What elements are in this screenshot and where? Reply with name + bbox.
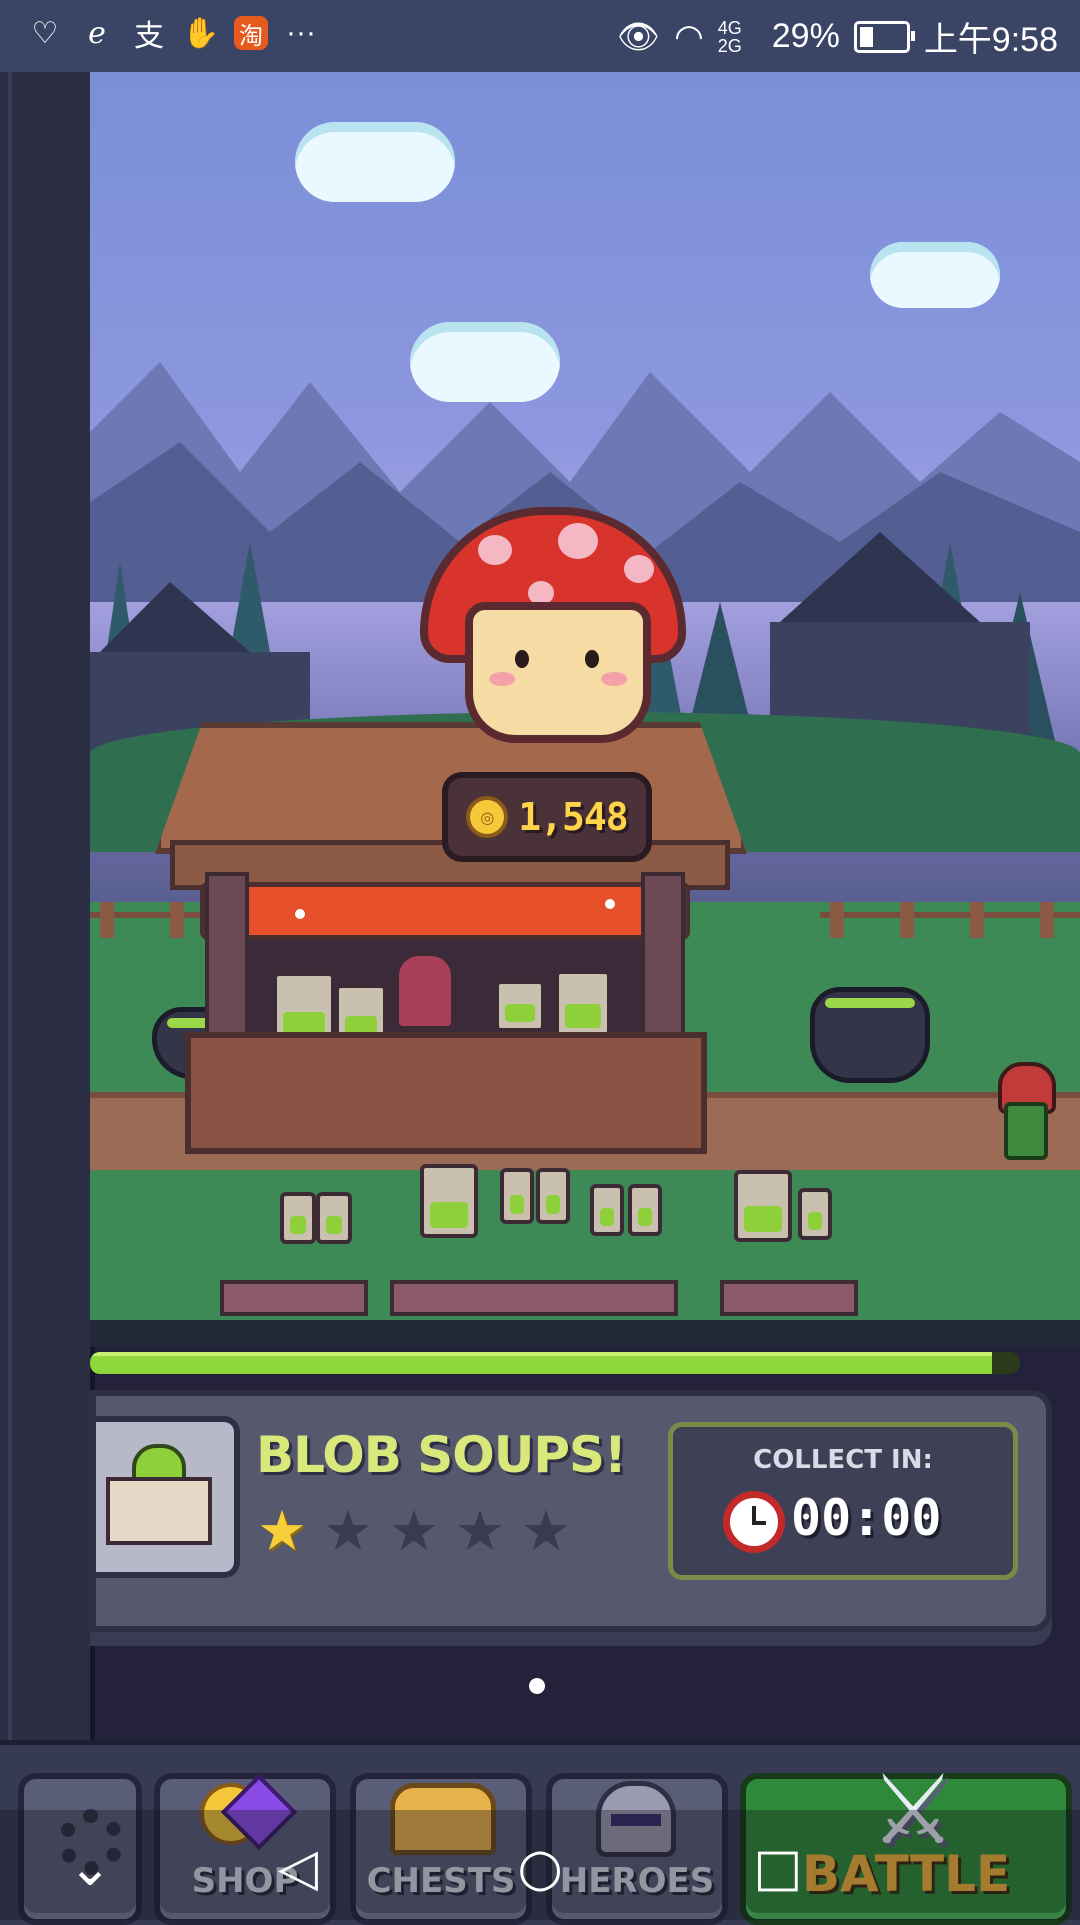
soup-jar xyxy=(590,1184,624,1236)
mushroom-awning xyxy=(200,882,690,940)
stall-counter xyxy=(185,1032,707,1154)
cloud xyxy=(870,242,1000,308)
nav-down-icon[interactable]: ⌄ xyxy=(60,1838,120,1898)
star-empty-icon: ★ xyxy=(520,1499,572,1564)
fence-post xyxy=(900,902,914,938)
status-bar: ♡ ℯ 支 ✋ 淘 ··· 👁 ◠ 4G 2G 29% 上午9:58 xyxy=(0,0,1080,72)
battery-fill xyxy=(859,26,873,47)
collect-label: COLLECT IN: xyxy=(753,1445,933,1475)
game-scene: ◎ 1,548 xyxy=(90,72,1080,1347)
mushroom-face xyxy=(465,602,651,743)
side-panel xyxy=(0,72,95,1752)
hand-icon: ✋ xyxy=(182,16,220,50)
soup-jar xyxy=(420,1164,478,1238)
star-rating: ★ ★ ★ ★ ★ xyxy=(256,1499,572,1564)
soup-jar xyxy=(316,1192,352,1244)
cloud xyxy=(295,122,455,202)
more-icon: ··· xyxy=(286,16,316,49)
star-empty-icon: ★ xyxy=(322,1499,374,1564)
system-nav-bar: ⌄ ◁ ○ □ xyxy=(0,1810,1080,1920)
e-icon: ℯ xyxy=(88,16,106,50)
star-empty-icon: ★ xyxy=(454,1499,506,1564)
display-table xyxy=(720,1280,858,1316)
production-progress-bar xyxy=(90,1352,1020,1374)
wifi-icon: ◠ xyxy=(674,17,704,56)
clock-icon xyxy=(723,1491,785,1553)
shop-info-panel: BLOB SOUPS! ★ ★ ★ ★ ★ COLLECT IN: 00:00 xyxy=(90,1390,1052,1632)
taobao-icon: 淘 xyxy=(234,16,268,50)
eye-icon: 👁 xyxy=(616,17,661,56)
shop-thumbnail[interactable] xyxy=(96,1416,240,1578)
soup-jar xyxy=(628,1184,662,1236)
shop-title: BLOB SOUPS! xyxy=(256,1426,627,1484)
battery-percent: 29% xyxy=(771,17,840,55)
soup-jar xyxy=(734,1170,792,1242)
clock-time: 上午9:58 xyxy=(923,21,1058,59)
star-filled-icon: ★ xyxy=(256,1499,308,1564)
fence-post xyxy=(970,902,984,938)
cauldron xyxy=(810,987,930,1083)
alipay-icon: 支 xyxy=(134,20,164,53)
soup-jar xyxy=(500,1168,534,1224)
fence-post xyxy=(830,902,844,938)
display-table xyxy=(390,1280,678,1316)
coin-amount: 1,548 xyxy=(518,795,628,839)
battery-icon xyxy=(853,20,915,53)
soup-jar xyxy=(798,1188,832,1240)
stall-icon xyxy=(106,1477,212,1545)
customer-character xyxy=(998,1062,1056,1162)
fence-post xyxy=(100,902,114,938)
soup-jar xyxy=(280,1192,316,1244)
display-table xyxy=(220,1280,368,1316)
nav-back-icon[interactable]: ◁ xyxy=(268,1838,328,1898)
collect-timer: 00:00 xyxy=(791,1489,942,1547)
star-empty-icon: ★ xyxy=(388,1499,440,1564)
page-indicator-dot xyxy=(529,1678,545,1694)
soup-jar xyxy=(555,970,611,1038)
heart-pulse-icon: ♡ xyxy=(31,16,59,50)
signal-text: 4G 2G xyxy=(717,17,742,56)
soup-jar xyxy=(495,980,545,1032)
nav-home-icon[interactable]: ○ xyxy=(510,1838,570,1898)
coin-counter: ◎ 1,548 xyxy=(442,772,652,862)
fence-post xyxy=(1040,902,1054,938)
nav-recent-icon[interactable]: □ xyxy=(748,1838,808,1898)
soup-jar xyxy=(536,1168,570,1224)
coin-icon: ◎ xyxy=(466,796,509,838)
collect-timer-box[interactable]: COLLECT IN: 00:00 xyxy=(668,1422,1018,1580)
shopkeeper xyxy=(395,952,455,1030)
progress-fill xyxy=(90,1352,993,1374)
ground-edge xyxy=(90,1320,1080,1347)
mushroom-mascot xyxy=(420,507,710,797)
